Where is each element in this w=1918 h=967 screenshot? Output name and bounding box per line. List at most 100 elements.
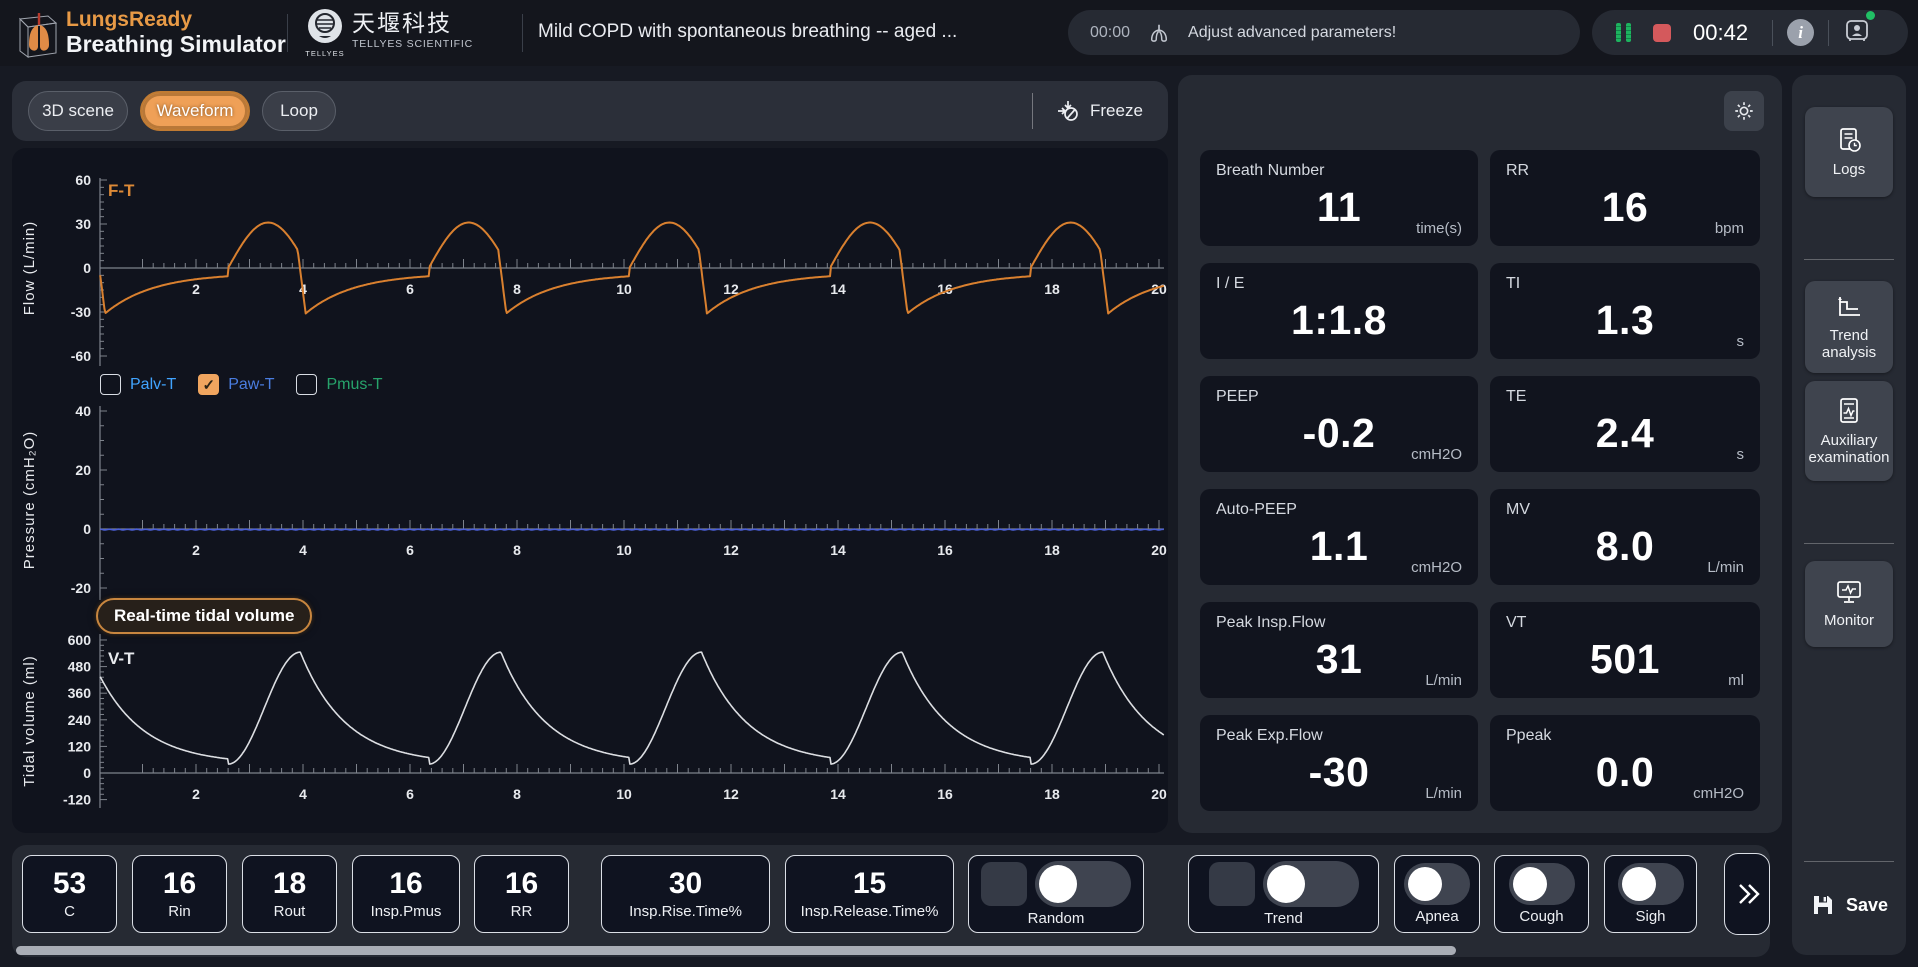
stat-value: 1.3: [1490, 297, 1760, 344]
switch-knob: [1408, 867, 1442, 901]
stat-unit: cmH2O: [1411, 446, 1462, 463]
pause-button[interactable]: [1616, 23, 1631, 42]
param-insp-pmus[interactable]: 16 Insp.Pmus: [352, 855, 460, 933]
palv-checkbox[interactable]: [100, 374, 121, 395]
header-divider: [287, 14, 288, 52]
svg-text:10: 10: [616, 281, 632, 297]
tellyes-text: 天堰科技 TELLYES SCIENTIFIC: [352, 10, 473, 50]
info-button[interactable]: i: [1787, 19, 1814, 46]
param-rout[interactable]: 18 Rout: [242, 855, 337, 933]
svg-text:18: 18: [1044, 542, 1060, 558]
svg-text:6: 6: [406, 281, 414, 297]
session-timer: 00:42: [1693, 20, 1748, 46]
stat-label: RR: [1506, 162, 1529, 180]
stop-button[interactable]: [1653, 24, 1671, 42]
stat-ppeak: Ppeak 0.0 cmH2O: [1490, 715, 1760, 811]
svg-text:4: 4: [299, 542, 307, 558]
stat-unit: time(s): [1416, 220, 1462, 237]
divider: [1828, 20, 1829, 46]
param-insp-release-time[interactable]: 15 Insp.Release.Time%: [785, 855, 954, 933]
svg-text:10: 10: [616, 542, 632, 558]
apnea-switch[interactable]: [1404, 863, 1470, 905]
horizontal-scrollbar-thumb[interactable]: [16, 946, 1456, 955]
param-value: 30: [669, 868, 702, 900]
pause-bar-icon: [1616, 23, 1621, 42]
svg-text:-120: -120: [63, 792, 91, 808]
monitor-icon: [1834, 578, 1864, 606]
stat-auto-peep: Auto-PEEP 1.1 cmH2O: [1200, 489, 1478, 585]
toggle-random[interactable]: Random: [968, 855, 1144, 933]
trend-analysis-label: Trend analysis: [1805, 327, 1893, 362]
cough-switch[interactable]: [1509, 863, 1575, 905]
app-name: LungsReady: [66, 8, 286, 31]
toggle-label: Sigh: [1635, 908, 1665, 925]
svg-text:-20: -20: [71, 580, 91, 596]
param-value: 16: [163, 868, 196, 900]
stat-label: TE: [1506, 388, 1526, 406]
param-insp-rise-time[interactable]: 30 Insp.Rise.Time%: [601, 855, 770, 933]
tab-3d-scene[interactable]: 3D scene: [28, 91, 128, 131]
stat-ie-ratio: I / E 1:1.8: [1200, 263, 1478, 359]
svg-text:20: 20: [1151, 542, 1167, 558]
switch-knob: [1513, 867, 1547, 901]
trend-switch[interactable]: [1263, 861, 1359, 907]
tab-loop[interactable]: Loop: [262, 91, 336, 131]
toggle-trend[interactable]: Trend: [1188, 855, 1379, 933]
toggle-cough[interactable]: Cough: [1494, 855, 1589, 933]
trend-analysis-button[interactable]: Trend analysis: [1805, 281, 1893, 373]
monitor-button[interactable]: Monitor: [1805, 561, 1893, 647]
svg-text:120: 120: [68, 738, 92, 754]
stat-label: VT: [1506, 614, 1526, 632]
settings-button[interactable]: [1724, 91, 1764, 131]
svg-text:6: 6: [406, 542, 414, 558]
stat-peep: PEEP -0.2 cmH2O: [1200, 376, 1478, 472]
save-button[interactable]: Save: [1792, 875, 1906, 935]
svg-text:360: 360: [68, 685, 92, 701]
svg-text:0: 0: [83, 260, 91, 276]
pmus-checkbox[interactable]: [296, 374, 317, 395]
svg-text:10: 10: [616, 786, 632, 802]
svg-text:40: 40: [75, 403, 91, 419]
app-subtitle: Breathing Simulator: [66, 31, 286, 57]
app-root: LungsReady Breathing Simulator TELLYES 天…: [0, 0, 1918, 967]
stat-label: MV: [1506, 501, 1530, 519]
stat-label: PEEP: [1216, 388, 1259, 406]
device-status-button[interactable]: [1843, 17, 1871, 48]
legend-paw-t[interactable]: ✓ Paw-T: [198, 374, 274, 395]
message-text: Adjust advanced parameters!: [1188, 24, 1396, 42]
stat-peak-exp-flow: Peak Exp.Flow -30 L/min: [1200, 715, 1478, 811]
svg-text:2: 2: [192, 786, 200, 802]
legend-palv-t[interactable]: Palv-T: [100, 374, 176, 395]
auxiliary-examination-button[interactable]: Auxiliary examination: [1805, 381, 1893, 481]
svg-text:240: 240: [68, 712, 92, 728]
logs-button[interactable]: Logs: [1805, 107, 1893, 197]
controls-pill: 00:42 i: [1592, 10, 1908, 55]
more-parameters-button[interactable]: [1724, 853, 1770, 935]
svg-text:20: 20: [1151, 786, 1167, 802]
param-c[interactable]: 53 C: [22, 855, 117, 933]
logs-icon: [1834, 125, 1864, 155]
save-label: Save: [1846, 895, 1888, 916]
legend-pmus-t[interactable]: Pmus-T: [296, 374, 382, 395]
svg-text:Pressure (cmH₂O): Pressure (cmH₂O): [21, 431, 38, 570]
stat-unit: ml: [1728, 672, 1744, 689]
param-label: Insp.Rise.Time%: [629, 903, 742, 920]
auxiliary-examination-label: Auxiliary examination: [1805, 432, 1893, 467]
param-rin[interactable]: 16 Rin: [132, 855, 227, 933]
toggle-sigh[interactable]: Sigh: [1604, 855, 1697, 933]
auxiliary-examination-icon: [1834, 396, 1864, 426]
param-label: C: [64, 903, 75, 920]
stat-mv: MV 8.0 L/min: [1490, 489, 1760, 585]
freeze-button[interactable]: Freeze: [1056, 91, 1143, 131]
svg-text:60: 60: [75, 172, 91, 188]
param-rr[interactable]: 16 RR: [474, 855, 569, 933]
random-switch[interactable]: [1035, 861, 1131, 907]
pause-bar-icon: [1626, 23, 1631, 42]
stat-label: TI: [1506, 275, 1520, 293]
sigh-switch[interactable]: [1618, 863, 1684, 905]
tab-waveform[interactable]: Waveform: [140, 91, 250, 131]
stat-unit: s: [1737, 446, 1745, 463]
paw-checkbox[interactable]: ✓: [198, 374, 219, 395]
pmus-label: Pmus-T: [326, 376, 382, 394]
toggle-apnea[interactable]: Apnea: [1394, 855, 1480, 933]
